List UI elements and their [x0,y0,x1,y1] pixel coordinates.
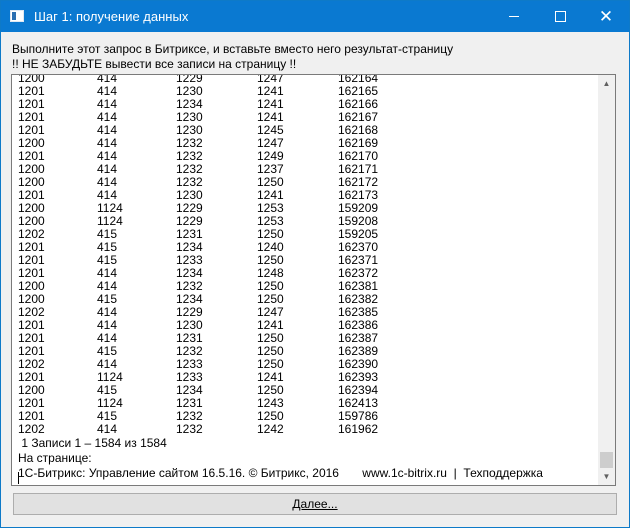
chevron-up-icon: ▲ [602,79,611,88]
warning-text: !! НЕ ЗАБУДЬТЕ вывести все записи на стр… [12,57,297,71]
result-textarea[interactable]: 1200 414 1229 1247 162164 1201 414 1230 1241 1621… [11,74,616,486]
minimize-button[interactable] [491,1,537,32]
result-content: 1200 414 1229 1247 162164 1201 414 1230 1241 1621… [18,75,598,481]
close-button[interactable]: ✕ [583,1,629,32]
result-row: 1202 414 1232 1242 161962 [18,423,598,436]
result-cell: 414 [97,422,118,436]
result-cell: 1242 [257,422,284,436]
vertical-scrollbar[interactable]: ▲ ▼ [598,75,615,485]
chevron-down-icon: ▼ [602,472,611,481]
close-icon: ✕ [598,7,614,26]
copyright-line: 1С-Битрикс: Управление сайтом 16.5.16. ©… [18,466,543,480]
on-page-line: На странице: [18,451,92,465]
maximize-icon [554,11,566,22]
instruction-text: Выполните этот запрос в Битриксе, и вста… [12,42,454,56]
records-count-line: 1 Записи 1 – 1584 из 1584 [18,436,167,450]
scroll-down-button[interactable]: ▼ [598,468,615,485]
result-cell: 161962 [338,422,379,436]
minimize-icon [509,16,519,17]
window-title: Шаг 1: получение данных [34,9,189,24]
result-cell: 1202 [18,422,45,436]
next-button-label: Далее... [292,497,338,511]
next-button[interactable]: Далее... [13,493,617,515]
scrollbar-thumb[interactable] [600,452,613,468]
result-cell: 1232 [176,422,203,436]
scroll-up-button[interactable]: ▲ [598,75,615,92]
title-bar[interactable]: Шаг 1: получение данных ✕ [1,1,629,32]
text-cursor [18,472,19,484]
app-window-icon [10,10,24,22]
maximize-button[interactable] [537,1,583,32]
